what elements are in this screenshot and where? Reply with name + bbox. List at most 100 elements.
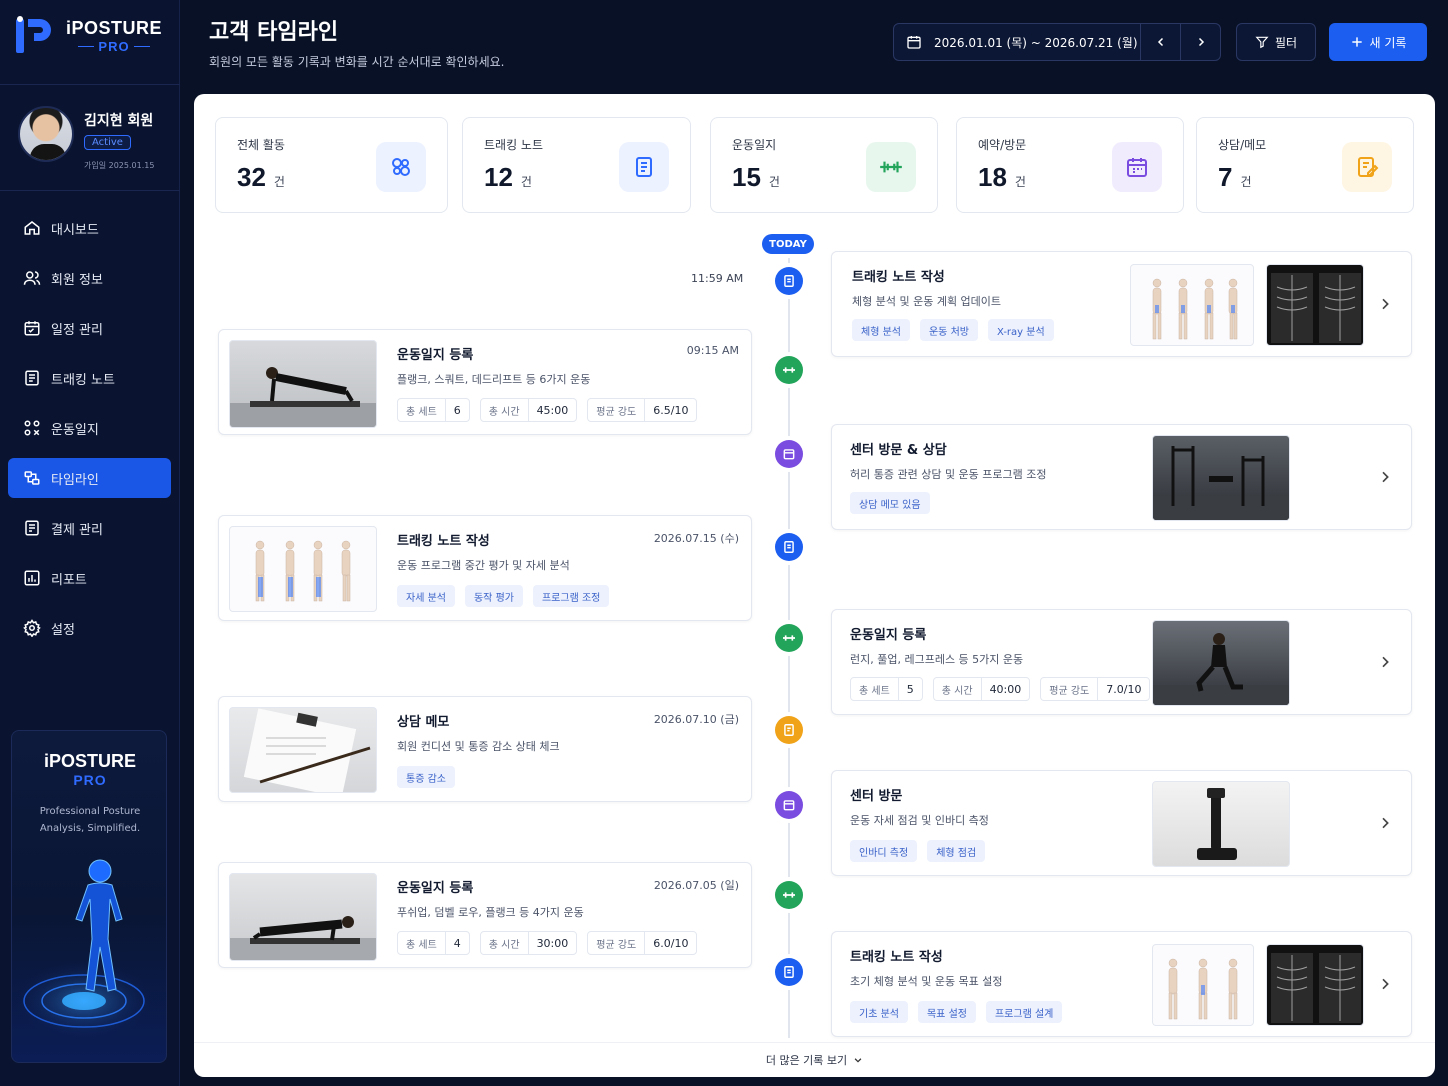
stat-card-tracking-note[interactable]: 트래킹 노트 12 건 [462, 117, 691, 213]
card-title: 운동일지 등록 [397, 348, 474, 363]
sidebar-item-dashboard[interactable]: 대시보드 [8, 208, 171, 248]
timeline-card[interactable]: 트래킹 노트 작성 2026.07.15 (수) 운동 프로그램 중간 평가 및… [218, 515, 752, 621]
xray-image [1266, 264, 1364, 346]
metric-time: 총 시간 30:00 [479, 931, 578, 955]
filter-button[interactable]: 필터 [1236, 23, 1316, 61]
timeline-card[interactable]: 트래킹 노트 작성 체형 분석 및 운동 계획 업데이트 체형 분석 운동 처방… [831, 251, 1412, 357]
sidebar: iPOSTURE PRO 김지현 회원 Active 가입일 2025.01.1… [0, 0, 180, 1086]
card-title: 센터 방문 [850, 789, 903, 804]
note-icon [22, 368, 42, 388]
app-logo[interactable]: iPOSTURE PRO [14, 14, 162, 58]
next-range-button[interactable] [1180, 24, 1220, 60]
chevron-down-icon [854, 1058, 862, 1063]
brand-name: iPOSTURE [66, 18, 163, 38]
timeline-card[interactable]: 운동일지 등록 2026.07.05 (일) 푸쉬업, 덤벨 로우, 플랭크 등… [218, 862, 752, 968]
sidebar-item-label: 리포트 [51, 572, 87, 588]
promo-brand: iPOSTURE [43, 751, 136, 771]
timeline-node-dumbbell-icon[interactable] [775, 356, 803, 384]
card-description: 푸쉬업, 덤벨 로우, 플랭크 등 4가지 운동 [397, 906, 584, 919]
card-description: 초기 체형 분석 및 운동 목표 설정 [850, 975, 1003, 988]
join-date: 가입일 2025.01.15 [84, 161, 155, 170]
sidebar-item-member-info[interactable]: 회원 정보 [8, 258, 171, 298]
metric-intensity: 평균 강도 7.0/10 [1040, 677, 1151, 701]
chevron-left-icon [1157, 37, 1163, 47]
stat-card-consult-memo[interactable]: 상담/메모 7건 [1196, 117, 1414, 213]
tag: 상담 메모 있음 [850, 492, 930, 514]
prev-range-button[interactable] [1140, 24, 1180, 60]
sidebar-item-label: 설정 [51, 622, 75, 638]
stat-label: 예약/방문 [978, 138, 1027, 152]
stat-card-exercise-log[interactable]: 운동일지 15 건 [710, 117, 938, 213]
stat-card-reservation[interactable]: 예약/방문 18 건 [956, 117, 1184, 213]
card-date: 2026.07.10 (금) [653, 713, 739, 726]
stat-value: 12 [484, 162, 513, 192]
settings-icon [22, 618, 42, 638]
sidebar-item-tracking-note[interactable]: 트래킹 노트 [8, 358, 171, 398]
date-range-picker[interactable]: 2026.01.01 (목) ~ 2026.07.21 (월) [893, 23, 1221, 61]
stat-unit: 건 [768, 175, 780, 189]
card-date: 09:15 AM [686, 344, 739, 357]
timeline-card[interactable]: 센터 방문 운동 자세 점검 및 인바디 측정 인바디 측정 체형 점검 [831, 770, 1412, 876]
metric-time: 총 시간 45:00 [479, 398, 578, 422]
card-description: 회원 컨디션 및 통증 감소 상태 체크 [397, 740, 560, 753]
sidebar-item-label: 운동일지 [51, 422, 99, 438]
tag: 프로그램 설계 [985, 1001, 1063, 1023]
sidebar-item-label: 일정 관리 [51, 322, 103, 338]
timeline-card[interactable]: 상담 메모 2026.07.10 (금) 회원 컨디션 및 통증 감소 상태 체… [218, 696, 752, 802]
calendar-icon [894, 34, 934, 50]
status-badge: Active [84, 135, 131, 150]
exercise-icon [22, 418, 42, 438]
chevron-right-icon[interactable] [1377, 654, 1393, 670]
tag: 목표 설정 [917, 1001, 976, 1023]
timeline-card[interactable]: 트래킹 노트 작성 초기 체형 분석 및 운동 목표 설정 기초 분석 목표 설… [831, 931, 1412, 1037]
tag: 동작 평가 [464, 585, 523, 607]
card-title: 트래킹 노트 작성 [850, 950, 943, 965]
sidebar-item-settings[interactable]: 설정 [8, 608, 171, 648]
chevron-right-icon[interactable] [1377, 815, 1393, 831]
chevron-right-icon[interactable] [1377, 976, 1393, 992]
current-time: 11:59 AM [691, 272, 744, 285]
stat-label: 트래킹 노트 [484, 138, 544, 152]
sidebar-item-report[interactable]: 리포트 [8, 558, 171, 598]
timeline-card[interactable]: 운동일지 등록 런지, 풀업, 레그프레스 등 5가지 운동 총 세트 5 총 시… [831, 609, 1412, 715]
new-record-button[interactable]: 새 기록 [1329, 23, 1427, 61]
chevron-right-icon[interactable] [1377, 469, 1393, 485]
payment-icon [22, 518, 42, 538]
stat-card-total[interactable]: 전체 활동 32 건 [215, 117, 448, 213]
home-icon [22, 218, 42, 238]
plank-exercise-photo [229, 340, 377, 428]
lunge-exercise-photo [1152, 620, 1290, 706]
member-profile[interactable]: 김지현 회원 Active 가입일 2025.01.15 [18, 106, 168, 172]
tag: 인바디 측정 [850, 840, 918, 862]
card-title: 트래킹 노트 작성 [397, 534, 490, 549]
sidebar-nav: 대시보드 회원 정보 일정 관리 트래킹 노트 운동일지 타임라인 결제 관리 … [8, 208, 171, 658]
card-date: 2026.07.05 (일) [653, 879, 739, 892]
sidebar-item-exercise-log[interactable]: 운동일지 [8, 408, 171, 448]
timeline-panel: 전체 활동 32 건 트래킹 노트 12 건 운동일지 15 건 예약/방문 18 건 … [194, 94, 1435, 1077]
sidebar-item-label: 트래킹 노트 [51, 372, 115, 388]
timeline-node-dumbbell-icon[interactable] [775, 624, 803, 652]
member-name: 김지현 회원 [84, 113, 154, 129]
timeline-node-memo-icon[interactable] [775, 716, 803, 744]
posture-analysis-image [229, 526, 377, 612]
tag: 자세 분석 [397, 585, 455, 607]
card-title: 트래킹 노트 작성 [852, 270, 945, 285]
timeline-node-calendar-icon[interactable] [775, 440, 803, 468]
sidebar-item-payment[interactable]: 결제 관리 [8, 508, 171, 548]
stat-label: 운동일지 [732, 138, 777, 152]
stat-value: 32 [237, 162, 266, 192]
date-range-text: 2026.01.01 (목) ~ 2026.07.21 (월) [934, 35, 1138, 50]
timeline-node-dumbbell-icon[interactable] [775, 881, 803, 909]
stat-value: 15 [732, 162, 761, 192]
page-title: 고객 타임라인 [209, 20, 339, 45]
timeline-node-calendar-icon[interactable] [775, 791, 803, 819]
timeline-card[interactable]: 센터 방문 & 상담 허리 통증 관련 상담 및 운동 프로그램 조정 상담 메… [831, 424, 1412, 530]
load-more-button[interactable]: 더 많은 기록 보기 [194, 1042, 1435, 1077]
chevron-right-icon[interactable] [1377, 296, 1393, 312]
timeline-card[interactable]: 운동일지 등록 09:15 AM 플랭크, 스쿼트, 데드리프트 등 6가지 운… [218, 329, 752, 435]
timeline-node-note-icon[interactable] [775, 958, 803, 986]
timeline-node-note-icon[interactable] [775, 533, 803, 561]
timeline-node-note-icon[interactable] [775, 267, 803, 295]
sidebar-item-schedule[interactable]: 일정 관리 [8, 308, 171, 348]
sidebar-item-timeline[interactable]: 타임라인 [8, 458, 171, 498]
